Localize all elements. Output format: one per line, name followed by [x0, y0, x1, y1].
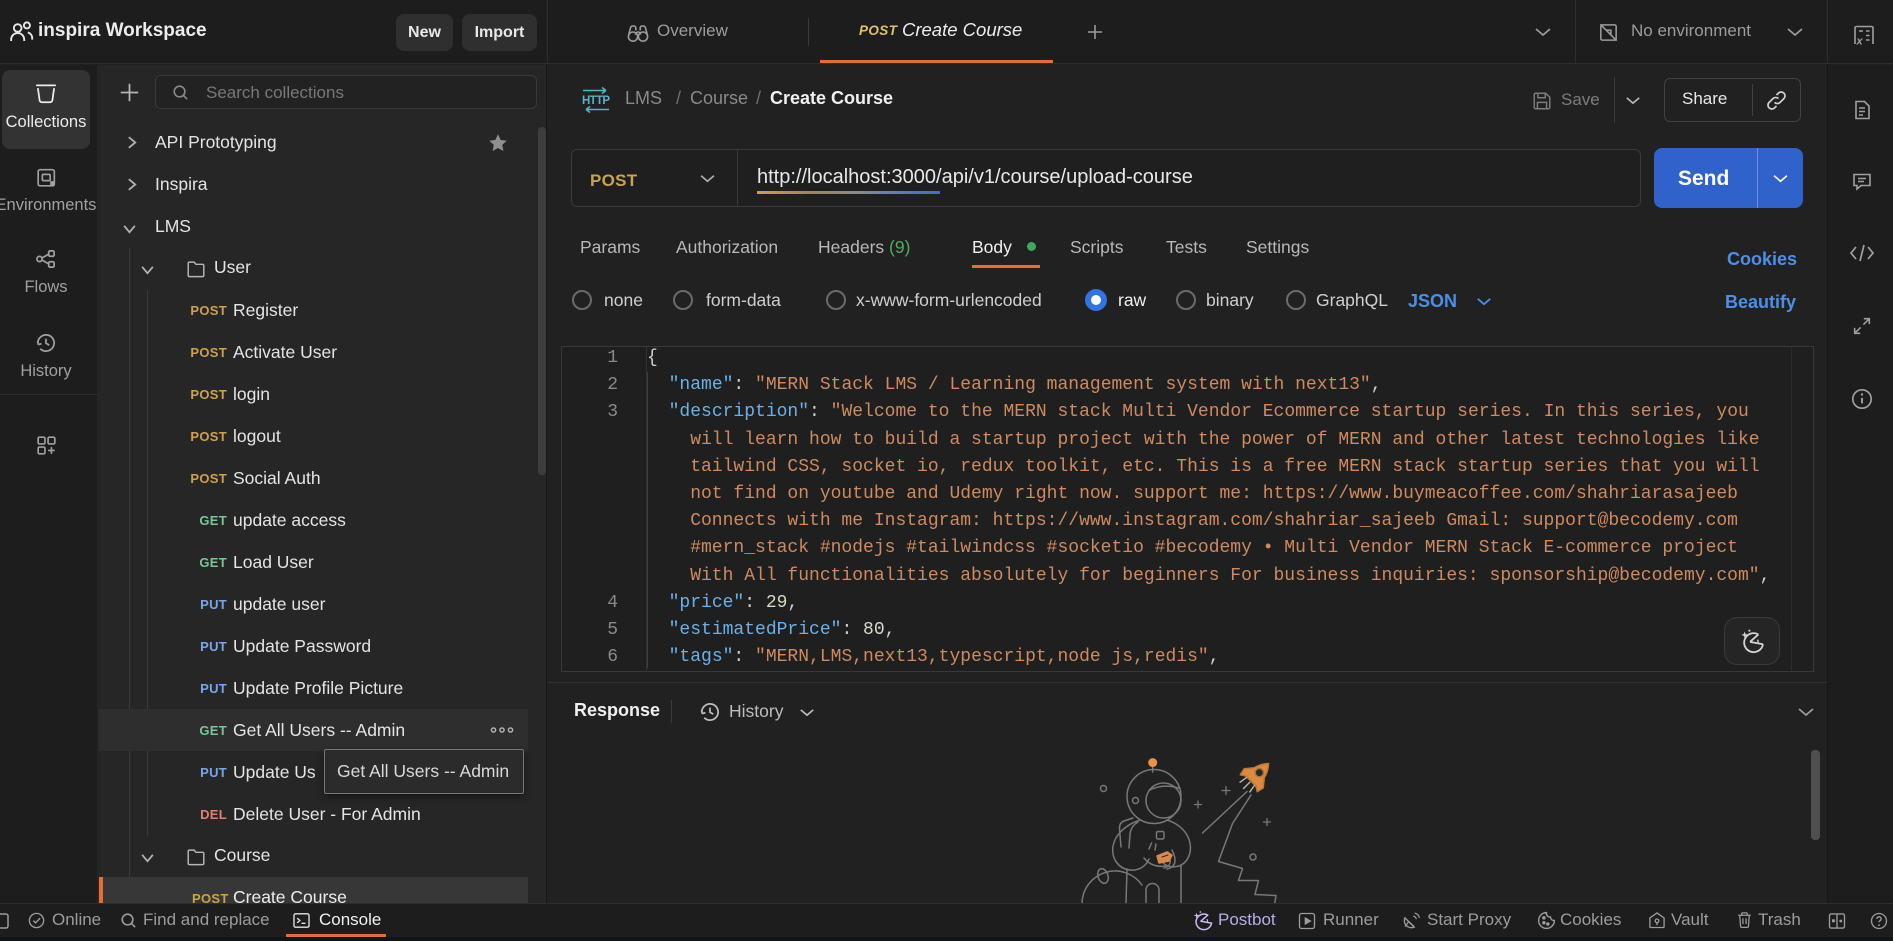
svg-text:x: x [1856, 36, 1864, 48]
svg-text:HTTP: HTTP [582, 95, 610, 107]
